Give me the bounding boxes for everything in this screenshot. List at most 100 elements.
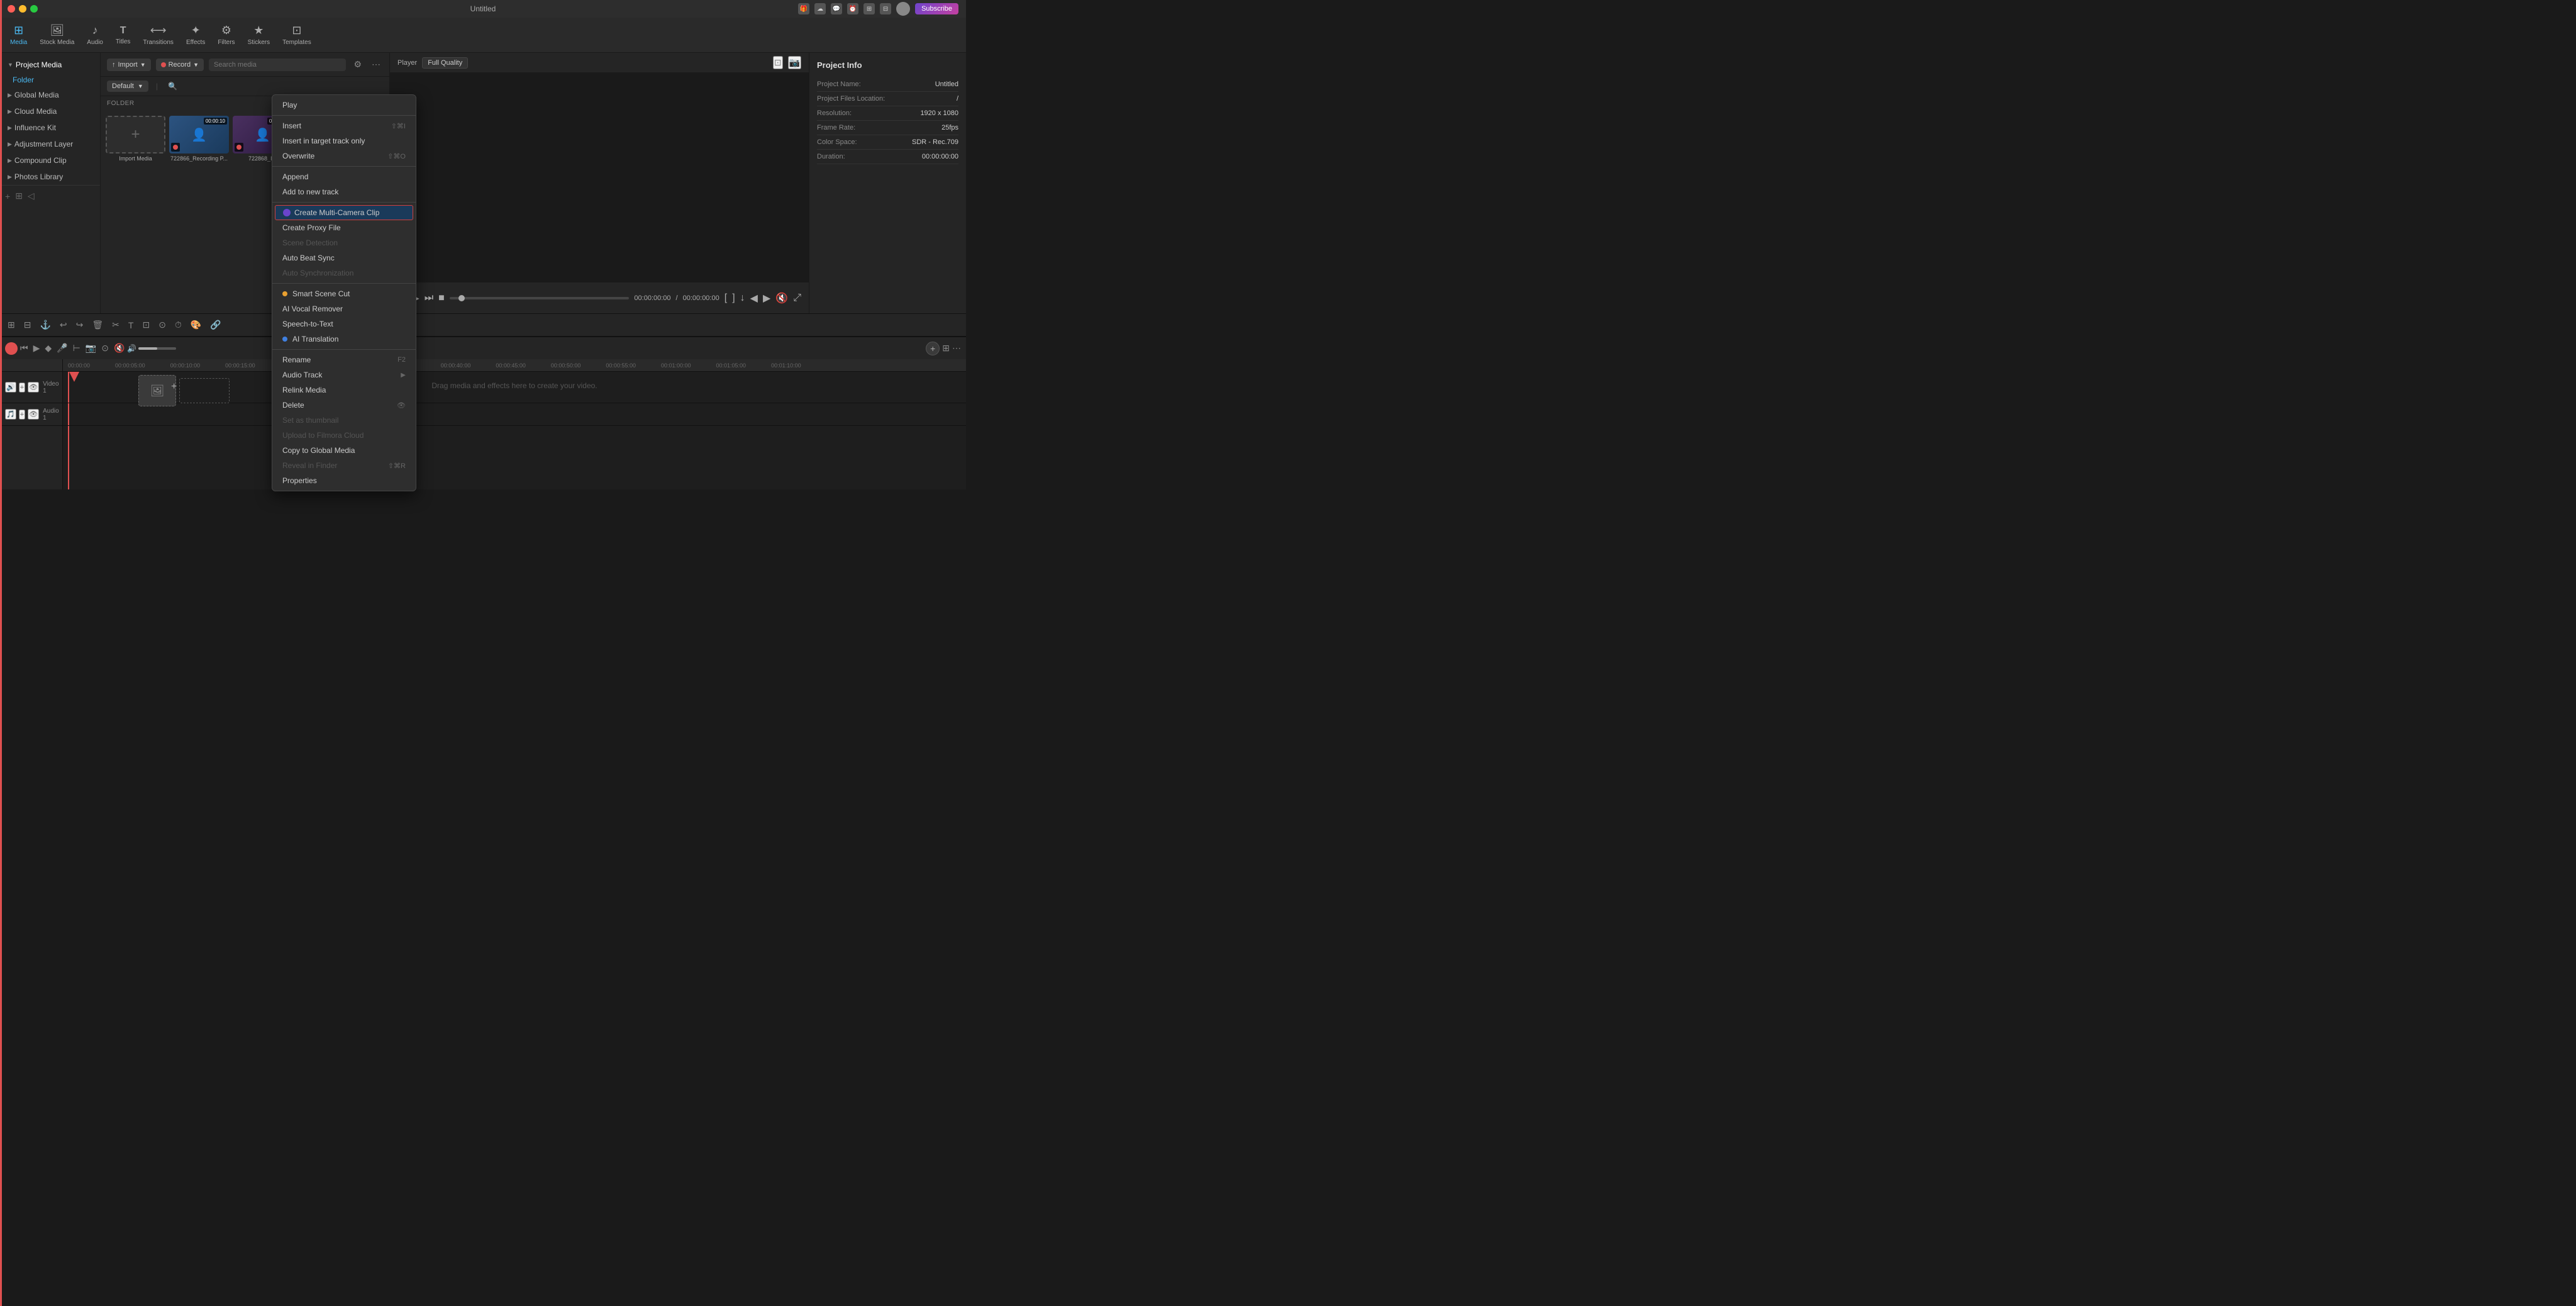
- redo-button[interactable]: ↪: [74, 318, 86, 332]
- default-view-button[interactable]: Default ▼: [107, 81, 148, 92]
- sidebar-item-compound-clip[interactable]: ▶ Compound Clip: [0, 152, 100, 169]
- track-lock-button[interactable]: +: [19, 382, 25, 393]
- timeline-grid-button[interactable]: ⊞: [942, 343, 950, 354]
- gift-icon[interactable]: 🎁: [798, 3, 809, 14]
- sidebar-item-global-media[interactable]: ▶ Global Media: [0, 87, 100, 103]
- toolbar-effects[interactable]: ✦ Effects: [186, 24, 205, 46]
- close-button[interactable]: [8, 5, 15, 13]
- menu-item-insert-target[interactable]: Insert in target track only: [272, 133, 416, 148]
- undo-button[interactable]: ↩: [57, 318, 70, 332]
- menu-item-add-to-new-track[interactable]: Add to new track: [272, 184, 416, 199]
- timeline-mic-button[interactable]: 🎤: [57, 343, 67, 354]
- menu-item-ai-vocal[interactable]: AI Vocal Remover: [272, 301, 416, 313]
- link-button[interactable]: ⚓: [37, 318, 53, 332]
- timeline-marker-button[interactable]: ◆: [45, 343, 52, 354]
- timeline-play-button[interactable]: ▶: [33, 343, 40, 354]
- timeline-record-button[interactable]: [5, 342, 18, 355]
- speed-button[interactable]: ⏱: [172, 318, 184, 332]
- import-media-thumb[interactable]: + Import Media: [106, 116, 165, 162]
- mark-out-button[interactable]: ]: [732, 293, 735, 304]
- sidebar-item-cloud-media[interactable]: ▶ Cloud Media: [0, 103, 100, 120]
- maximize-button[interactable]: [30, 5, 38, 13]
- audio-lock-button[interactable]: +: [19, 410, 25, 420]
- color-grading-button[interactable]: 🎨: [188, 318, 204, 332]
- chat-icon[interactable]: 💬: [831, 3, 842, 14]
- sidebar-item-photos-library[interactable]: ▶ Photos Library: [0, 169, 100, 185]
- toolbar-titles[interactable]: T Titles: [116, 25, 131, 45]
- import-button[interactable]: ↑ Import ▼: [107, 59, 151, 71]
- magnet-button[interactable]: ⊟: [21, 318, 34, 332]
- next-frame-button[interactable]: ⏭: [425, 293, 433, 304]
- fit-screen-icon[interactable]: ⊡: [773, 56, 783, 69]
- menu-item-append[interactable]: Append: [272, 169, 416, 184]
- collapse-sidebar-button[interactable]: ◁: [28, 191, 35, 201]
- track-visibility-button[interactable]: 🔊: [5, 382, 16, 393]
- crop-button[interactable]: ⊡: [140, 318, 152, 332]
- quality-button[interactable]: Full Quality: [422, 57, 468, 69]
- audio-mute-button[interactable]: 👁: [28, 409, 39, 420]
- cut-button[interactable]: ✂: [109, 318, 122, 332]
- video-track-lane[interactable]: 🖼 + Drag media and effects here to creat…: [63, 372, 966, 403]
- subscribe-button[interactable]: Subscribe: [915, 3, 958, 14]
- chain-button[interactable]: 🔗: [208, 318, 223, 332]
- sidebar-item-adjustment-layer[interactable]: ▶ Adjustment Layer: [0, 136, 100, 152]
- media-item-video1[interactable]: 👤 00:00:10 722866_Recording P...: [169, 116, 229, 162]
- mute-button[interactable]: 🔇: [775, 292, 788, 304]
- timeline-mute-button[interactable]: 🔇: [114, 343, 125, 354]
- menu-item-create-multicam[interactable]: Create Multi-Camera Clip: [275, 205, 413, 220]
- menu-item-create-proxy[interactable]: Create Proxy File: [272, 220, 416, 235]
- menu-item-play[interactable]: Play: [272, 98, 416, 113]
- timeline-view-button[interactable]: ⋯: [952, 343, 961, 354]
- apps-icon[interactable]: ⊟: [880, 3, 891, 14]
- toolbar-media[interactable]: ⊞ Media: [10, 24, 27, 46]
- more-options-button[interactable]: ⋯: [369, 58, 383, 71]
- stop-button[interactable]: ■: [438, 293, 445, 304]
- next-clip-button[interactable]: ▶: [763, 292, 770, 304]
- search-input[interactable]: [209, 59, 346, 71]
- sidebar-folder-item[interactable]: Folder: [0, 73, 100, 87]
- window-icon[interactable]: ⊞: [863, 3, 875, 14]
- add-to-tl-button[interactable]: ↓: [740, 293, 745, 304]
- minimize-button[interactable]: [19, 5, 26, 13]
- audio-track-lane[interactable]: [63, 403, 966, 426]
- menu-item-overwrite[interactable]: Overwrite ⇧⌘O: [272, 148, 416, 164]
- snapshot-icon[interactable]: 📷: [788, 56, 801, 69]
- cloud-upload-icon[interactable]: ☁: [814, 3, 826, 14]
- menu-item-auto-beat-sync[interactable]: Auto Beat Sync: [272, 250, 416, 265]
- sidebar-item-project-media[interactable]: ▼ Project Media: [0, 57, 100, 73]
- toolbar-templates[interactable]: ⊡ Templates: [282, 24, 311, 46]
- toolbar-transitions[interactable]: ⟷ Transitions: [143, 24, 174, 46]
- track-mute-button[interactable]: 👁: [28, 382, 39, 393]
- volume-slider[interactable]: [138, 347, 176, 350]
- timeline-split-button[interactable]: ⊢: [73, 343, 80, 354]
- player-progress-bar[interactable]: [450, 297, 630, 299]
- toolbar-stickers[interactable]: ★ Stickers: [248, 24, 270, 46]
- sidebar-item-influence-kit[interactable]: ▶ Influence Kit: [0, 120, 100, 136]
- timeline-stabilize-button[interactable]: ⊙: [101, 343, 109, 354]
- progress-handle[interactable]: [458, 295, 465, 301]
- menu-item-smart-scene-cut[interactable]: Smart Scene Cut: [272, 286, 416, 301]
- clock-icon[interactable]: ⏰: [847, 3, 858, 14]
- menu-item-insert[interactable]: Insert ⇧⌘I: [272, 118, 416, 133]
- user-avatar[interactable]: [896, 2, 910, 16]
- toolbar-stock-media[interactable]: 🖼 Stock Media: [40, 24, 74, 46]
- delete-button[interactable]: 🗑: [89, 318, 106, 332]
- add-folder-button[interactable]: +: [5, 191, 10, 201]
- filter-icon[interactable]: ⚙: [351, 58, 364, 71]
- add-to-timeline-button[interactable]: +: [926, 342, 940, 355]
- timeline-prev-frame-button[interactable]: ⏮: [20, 343, 28, 354]
- prev-clip-button[interactable]: ◀: [750, 292, 758, 304]
- timeline-snapshot-button[interactable]: 📷: [86, 343, 96, 354]
- fullscreen-button[interactable]: ⤢: [793, 293, 801, 304]
- adjust-button[interactable]: ⊙: [156, 318, 169, 332]
- text-button[interactable]: T: [126, 319, 136, 332]
- import-area[interactable]: +: [106, 116, 165, 153]
- add-clip-icon[interactable]: +: [171, 381, 177, 393]
- empty-clip-area[interactable]: [179, 378, 230, 403]
- search-icon[interactable]: 🔍: [165, 81, 180, 92]
- snap-button[interactable]: ⊞: [5, 318, 18, 332]
- toolbar-audio[interactable]: ♪ Audio: [87, 24, 103, 46]
- view-grid-button[interactable]: ⊞: [15, 191, 23, 201]
- audio-vol-button[interactable]: 🎵: [5, 409, 16, 420]
- toolbar-filters[interactable]: ⚙ Filters: [218, 24, 235, 46]
